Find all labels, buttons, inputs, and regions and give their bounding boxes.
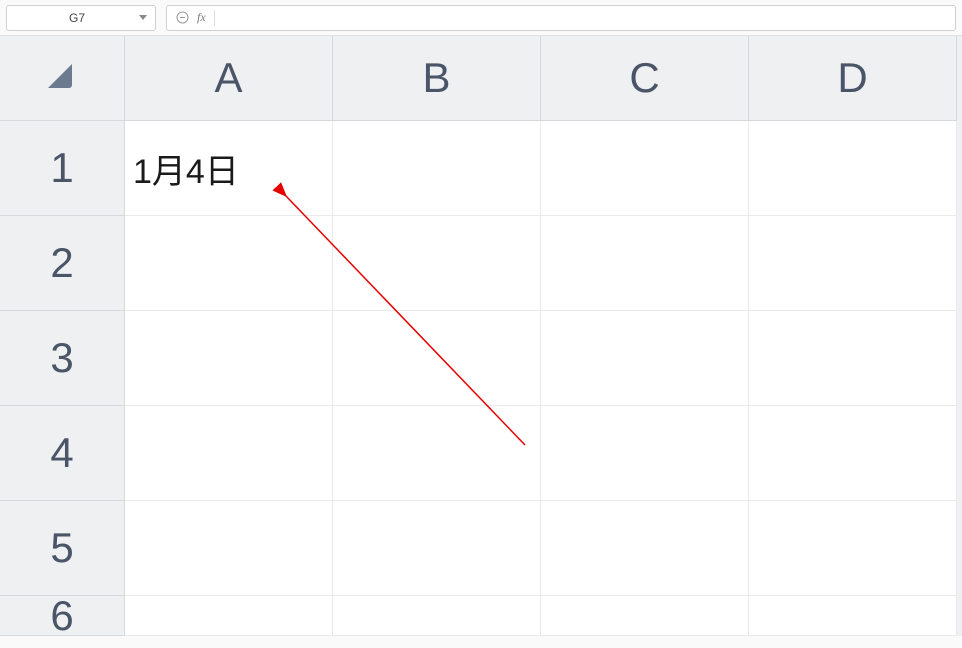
rows-container: 1 1月4日 2 3 4 5 [0, 121, 962, 636]
cell-C2[interactable] [541, 216, 749, 311]
row-header-2[interactable]: 2 [0, 216, 125, 311]
fx-label: fx [197, 10, 206, 25]
row-6: 6 [0, 596, 962, 636]
cell-B6[interactable] [333, 596, 541, 636]
cell-name-box[interactable]: G7 [6, 5, 156, 31]
select-all-corner[interactable] [0, 36, 125, 121]
column-header-D[interactable]: D [749, 36, 957, 121]
row-header-1[interactable]: 1 [0, 121, 125, 216]
select-all-triangle-icon [48, 64, 72, 88]
column-header-A[interactable]: A [125, 36, 333, 121]
column-header-B[interactable]: B [333, 36, 541, 121]
cell-D1[interactable] [749, 121, 957, 216]
cell-A3[interactable] [125, 311, 333, 406]
cell-B4[interactable] [333, 406, 541, 501]
cell-A4[interactable] [125, 406, 333, 501]
cell-A6[interactable] [125, 596, 333, 636]
column-headers-row: A B C D [0, 36, 962, 121]
row-header-6[interactable]: 6 [0, 596, 125, 636]
cell-C1[interactable] [541, 121, 749, 216]
formula-bar: G7 fx [0, 0, 962, 36]
cell-D5[interactable] [749, 501, 957, 596]
formula-input[interactable] [223, 11, 947, 25]
name-box-value: G7 [15, 11, 139, 25]
row-header-4[interactable]: 4 [0, 406, 125, 501]
cell-C5[interactable] [541, 501, 749, 596]
divider [214, 10, 215, 26]
cell-A2[interactable] [125, 216, 333, 311]
row-2: 2 [0, 216, 962, 311]
row-5: 5 [0, 501, 962, 596]
cell-D3[interactable] [749, 311, 957, 406]
spreadsheet: A B C D 1 1月4日 2 3 4 [0, 36, 962, 636]
cell-A1[interactable]: 1月4日 [125, 121, 333, 216]
cell-A1-value: 1月4日 [133, 144, 239, 193]
row-3: 3 [0, 311, 962, 406]
cell-B5[interactable] [333, 501, 541, 596]
cancel-formula-icon[interactable] [175, 11, 189, 25]
cell-B1[interactable] [333, 121, 541, 216]
cell-D4[interactable] [749, 406, 957, 501]
row-1: 1 1月4日 [0, 121, 962, 216]
cell-C3[interactable] [541, 311, 749, 406]
cell-D2[interactable] [749, 216, 957, 311]
row-4: 4 [0, 406, 962, 501]
chevron-down-icon [139, 15, 147, 20]
cell-A5[interactable] [125, 501, 333, 596]
row-header-5[interactable]: 5 [0, 501, 125, 596]
cell-B2[interactable] [333, 216, 541, 311]
cell-C4[interactable] [541, 406, 749, 501]
cell-C6[interactable] [541, 596, 749, 636]
cell-D6[interactable] [749, 596, 957, 636]
cell-B3[interactable] [333, 311, 541, 406]
formula-input-container: fx [166, 5, 956, 31]
row-header-3[interactable]: 3 [0, 311, 125, 406]
column-header-C[interactable]: C [541, 36, 749, 121]
